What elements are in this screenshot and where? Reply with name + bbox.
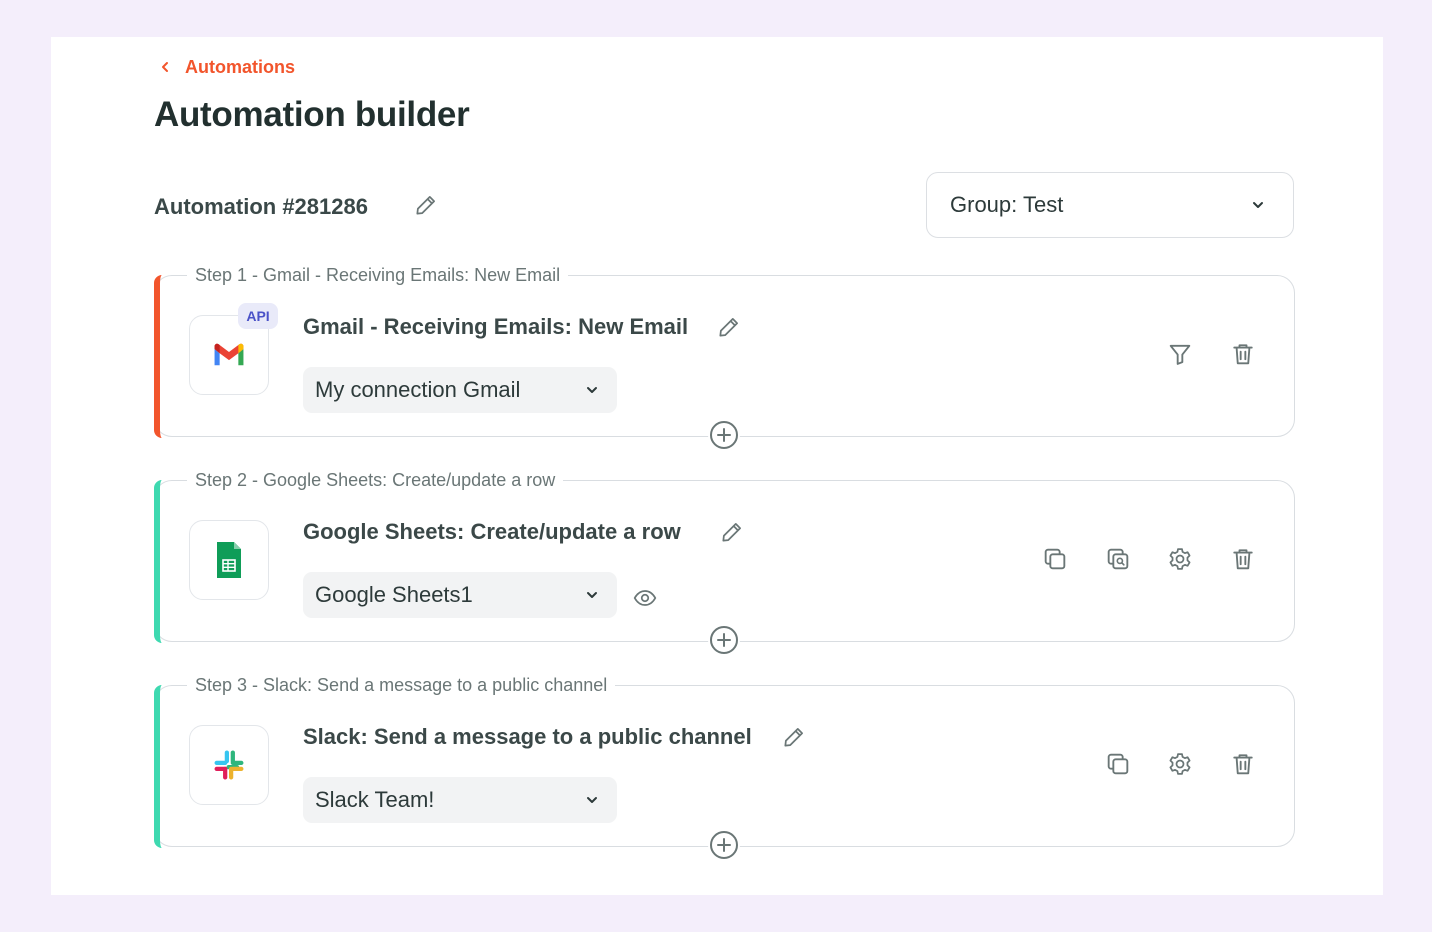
filter-icon[interactable] bbox=[1166, 340, 1194, 368]
connection-select-value: Slack Team! bbox=[315, 787, 435, 812]
chevron-down-icon bbox=[585, 588, 599, 602]
group-select-value: Group: Test bbox=[950, 192, 1064, 217]
connection-select[interactable]: Slack Team! bbox=[303, 777, 617, 823]
back-link-label: Automations bbox=[185, 56, 295, 77]
chevron-down-icon bbox=[1251, 198, 1265, 212]
group-select[interactable]: Group: Test bbox=[926, 172, 1294, 238]
trash-icon[interactable] bbox=[1229, 545, 1257, 573]
step-accent-bar bbox=[153, 479, 162, 643]
edit-step-pencil-icon[interactable] bbox=[716, 314, 742, 340]
connection-select[interactable]: My connection Gmail bbox=[303, 367, 617, 413]
api-badge: API bbox=[238, 303, 278, 329]
step-accent-bar bbox=[153, 684, 162, 848]
step-card-3: Step 3 - Slack: Send a message to a publ… bbox=[153, 673, 1295, 861]
step-card-2: Step 2 - Google Sheets: Create/update a … bbox=[153, 468, 1295, 656]
main-panel: Automations Automation builder Automatio… bbox=[51, 37, 1383, 895]
chevron-down-icon bbox=[585, 383, 599, 397]
edit-name-pencil-icon[interactable] bbox=[413, 192, 439, 218]
step-card-1: Step 1 - Gmail - Receiving Emails: New E… bbox=[153, 263, 1295, 451]
trash-icon[interactable] bbox=[1229, 750, 1257, 778]
step-title: Slack: Send a message to a public channe… bbox=[303, 724, 752, 749]
chevron-down-icon bbox=[585, 793, 599, 807]
duplicate-icon[interactable] bbox=[1104, 750, 1132, 778]
gear-icon[interactable] bbox=[1166, 545, 1194, 573]
step-title: Gmail - Receiving Emails: New Email bbox=[303, 314, 689, 339]
duplicate-icon[interactable] bbox=[1041, 545, 1069, 573]
step-legend: Step 3 - Slack: Send a message to a publ… bbox=[187, 673, 616, 697]
connection-select-value: Google Sheets1 bbox=[315, 582, 473, 607]
add-step-button[interactable] bbox=[708, 419, 740, 451]
add-step-button[interactable] bbox=[708, 624, 740, 656]
step-legend: Step 2 - Google Sheets: Create/update a … bbox=[187, 468, 564, 492]
step-accent-bar bbox=[153, 274, 162, 438]
step-title: Google Sheets: Create/update a row bbox=[303, 519, 681, 544]
gear-icon[interactable] bbox=[1166, 750, 1194, 778]
slack-icon bbox=[189, 725, 269, 805]
automation-name: Automation #281286 bbox=[154, 194, 368, 219]
connection-select-value: My connection Gmail bbox=[315, 377, 521, 402]
edit-step-pencil-icon[interactable] bbox=[781, 724, 807, 750]
google-sheets-icon bbox=[189, 520, 269, 600]
edit-step-pencil-icon[interactable] bbox=[719, 519, 745, 545]
connection-select[interactable]: Google Sheets1 bbox=[303, 572, 617, 618]
page-title: Automation builder bbox=[154, 95, 470, 134]
eye-icon[interactable] bbox=[632, 585, 658, 611]
chevron-left-icon bbox=[159, 61, 171, 73]
trash-icon[interactable] bbox=[1229, 340, 1257, 368]
add-step-button[interactable] bbox=[708, 829, 740, 861]
duplicate-search-icon[interactable] bbox=[1104, 545, 1132, 573]
step-legend: Step 1 - Gmail - Receiving Emails: New E… bbox=[187, 263, 569, 287]
back-link[interactable]: Automations bbox=[159, 55, 295, 79]
